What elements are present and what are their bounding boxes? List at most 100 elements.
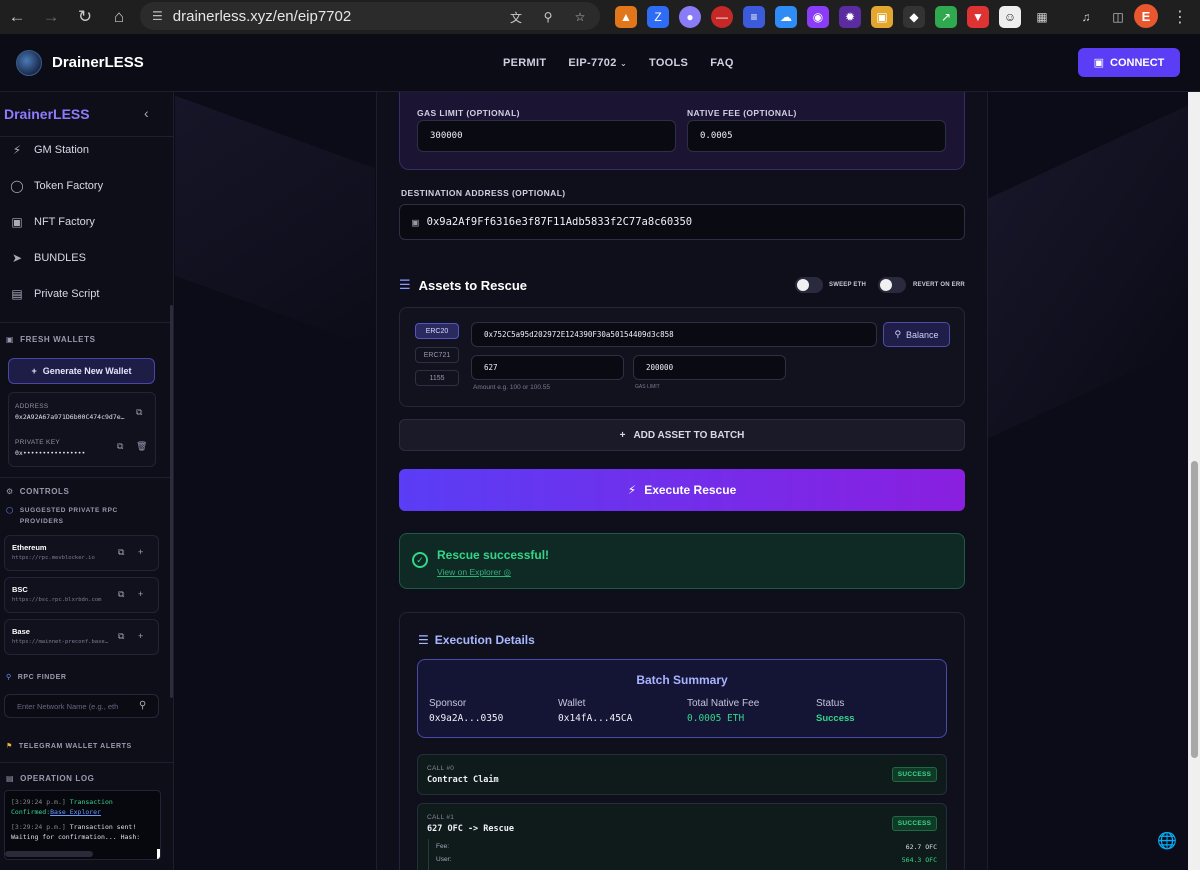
telegram-alerts-header[interactable]: ⚑ TELEGRAM WALLET ALERTS (6, 742, 132, 751)
copy-icon[interactable]: ⧉ (118, 631, 124, 642)
search-icon: ⚲ (6, 674, 12, 681)
sidebar-item-private-script[interactable]: ▤ Private Script (10, 287, 99, 301)
wallet-icon: ▣ (6, 335, 15, 344)
metamask-extension-icon[interactable]: ▲ (615, 6, 637, 28)
sidebar-item-token-factory[interactable]: ◯ Token Factory (10, 179, 103, 193)
add-asset-button[interactable]: + ADD ASSET TO BATCH (399, 419, 965, 451)
cat-extension-icon[interactable]: ◆ (903, 6, 925, 28)
asset-gas-limit-input[interactable]: 200000 (633, 355, 786, 380)
reload-icon[interactable]: ↻ (68, 0, 102, 34)
plus-icon[interactable]: + (138, 589, 143, 599)
z-extension-icon[interactable]: Z (647, 6, 669, 28)
browser-menu-icon[interactable]: ⋮ (1172, 7, 1188, 27)
divider (0, 477, 173, 478)
resize-handle[interactable] (157, 849, 160, 859)
zoom-icon[interactable]: ⚲ (537, 6, 559, 28)
type-1155[interactable]: 1155 (415, 370, 459, 386)
revert-on-err-toggle[interactable] (878, 277, 906, 293)
forward-icon[interactable]: → (34, 0, 68, 34)
trash-icon[interactable]: 🗑 (136, 441, 147, 452)
home-icon[interactable]: ⌂ (102, 0, 136, 34)
layers-extension-icon[interactable]: ≡ (743, 6, 765, 28)
main-content: GAS LIMIT (OPTIONAL) 300000 NATIVE FEE (… (175, 92, 1188, 870)
media-control-icon[interactable]: ♫ (1075, 6, 1097, 28)
nav-faq[interactable]: FAQ (710, 57, 734, 69)
ghost-extension-icon[interactable]: ☺ (999, 6, 1021, 28)
wallet-value: 0x14fA...45CA (558, 713, 633, 724)
extensions-row: 文 ⚲ ☆ ▲ Z ● — ≡ ☁ ◉ ✹ ▣ ◆ ↗ ▼ ☺ ▦ ♫ ◫ (505, 5, 1129, 29)
background-decoration (175, 95, 375, 349)
copy-icon[interactable]: ⧉ (118, 547, 124, 558)
lightning-icon: ⚡ (12, 143, 22, 157)
address-label: ADDRESS (15, 403, 49, 410)
collapse-sidebar-icon[interactable]: ‹ (144, 105, 149, 121)
balance-button[interactable]: ⚲ Balance (883, 322, 950, 347)
log-scrollbar[interactable] (5, 851, 93, 857)
rpc-providers-header: ◯ SUGGESTED PRIVATE RPC PROVIDERS (6, 507, 118, 525)
ai-extension-icon[interactable]: ● (679, 6, 701, 28)
sidebar-brand[interactable]: DrainerLESS (4, 106, 90, 122)
base-explorer-link[interactable]: Base Explorer (50, 808, 101, 816)
translate-icon[interactable]: 文 (505, 6, 527, 28)
background-decoration (988, 105, 1188, 439)
search-icon[interactable]: ⚲ (139, 700, 146, 711)
native-fee-input[interactable]: 0.0005 (687, 120, 946, 152)
top-navigation: PERMIT EIP-7702 ⌄ TOOLS FAQ (503, 57, 734, 69)
destination-address-input[interactable]: ▣ 0x9a2Af9Ff6316e3f87F11Adb5833f2C77a8c6… (399, 204, 965, 240)
bot-extension-icon[interactable]: ◉ (807, 6, 829, 28)
language-globe-icon[interactable]: 🌐 (1157, 831, 1177, 851)
type-erc20[interactable]: ERC20 (415, 323, 459, 339)
shield-extension-icon[interactable]: — (711, 6, 733, 28)
bookmark-star-icon[interactable]: ☆ (569, 6, 591, 28)
site-brand[interactable]: DrainerLESS (52, 54, 144, 71)
success-alert: ✓ Rescue successful! View on Explorer ◎ (399, 533, 965, 589)
gas-limit-input[interactable]: 300000 (417, 120, 676, 152)
url-text: drainerless.xyz/en/eip7702 (172, 7, 352, 25)
plus-icon[interactable]: + (138, 631, 143, 641)
plus-icon[interactable]: + (138, 547, 143, 557)
sidebar-item-nft-factory[interactable]: ▣ NFT Factory (10, 215, 95, 229)
nav-eip7702[interactable]: EIP-7702 ⌄ (568, 57, 627, 69)
cloud-extension-icon[interactable]: ☁ (775, 6, 797, 28)
operation-log: [3:29:24 p.m.] Transaction Confirmed:Bas… (4, 790, 161, 860)
controls-header: ⚙ CONTROLS (6, 487, 70, 496)
view-on-explorer-link[interactable]: View on Explorer ◎ (437, 567, 511, 578)
execute-rescue-button[interactable]: ⚡ Execute Rescue (399, 469, 965, 511)
profile-avatar[interactable]: E (1134, 4, 1158, 28)
puzzle-extensions-icon[interactable]: ▦ (1031, 6, 1053, 28)
tag-extension-icon[interactable]: ▼ (967, 6, 989, 28)
sidebar-toggle-icon[interactable]: ◫ (1107, 6, 1129, 28)
amount-input[interactable]: 627 (471, 355, 624, 380)
sidebar-scrollbar[interactable] (170, 305, 173, 698)
search-icon: ⚲ (894, 329, 902, 339)
generate-wallet-button[interactable]: + Generate New Wallet (8, 358, 155, 384)
log-icon: ▤ (6, 774, 15, 783)
type-erc721[interactable]: ERC721 (415, 347, 459, 363)
sidebar-item-bundles[interactable]: ➤ BUNDLES (10, 251, 86, 265)
back-icon[interactable]: ← (0, 0, 34, 34)
coins-icon: ◯ (10, 179, 24, 193)
layers-icon: ☰ (418, 633, 429, 647)
plus-icon: + (619, 429, 626, 441)
check-circle-icon: ✓ (412, 552, 428, 568)
copy-icon[interactable]: ⧉ (118, 589, 124, 600)
sweep-eth-toggle[interactable] (795, 277, 823, 293)
operation-log-header: ▤ OPERATION LOG (6, 774, 95, 783)
copy-icon[interactable]: ⧉ (117, 441, 123, 452)
chart-extension-icon[interactable]: ↗ (935, 6, 957, 28)
rpc-card-ethereum: Ethereum https://rpc.mevblocker.io ⧉ + (4, 535, 159, 571)
token-address-input[interactable]: 0x752C5a95d202972E124390F30a50154409d3c8… (471, 322, 877, 347)
nav-tools[interactable]: TOOLS (649, 57, 688, 69)
connect-button[interactable]: ▣ CONNECT (1078, 48, 1180, 77)
copy-icon[interactable]: ⧉ (136, 407, 142, 418)
browser-toolbar: ← → ↻ ⌂ ☰ drainerless.xyz/en/eip7702 文 ⚲… (0, 0, 1200, 34)
page-scrollbar-thumb[interactable] (1191, 461, 1198, 758)
nav-permit[interactable]: PERMIT (503, 57, 546, 69)
site-info-icon[interactable]: ☰ (152, 9, 163, 23)
rpc-finder-input[interactable]: Enter Network Name (e.g., eth ⚲ (4, 694, 159, 718)
spider-extension-icon[interactable]: ✹ (839, 6, 861, 28)
image-extension-icon[interactable]: ▣ (871, 6, 893, 28)
divider (0, 762, 173, 763)
sidebar-item-gm-station[interactable]: ⚡ GM Station (10, 143, 89, 157)
logo-icon[interactable] (16, 50, 42, 76)
